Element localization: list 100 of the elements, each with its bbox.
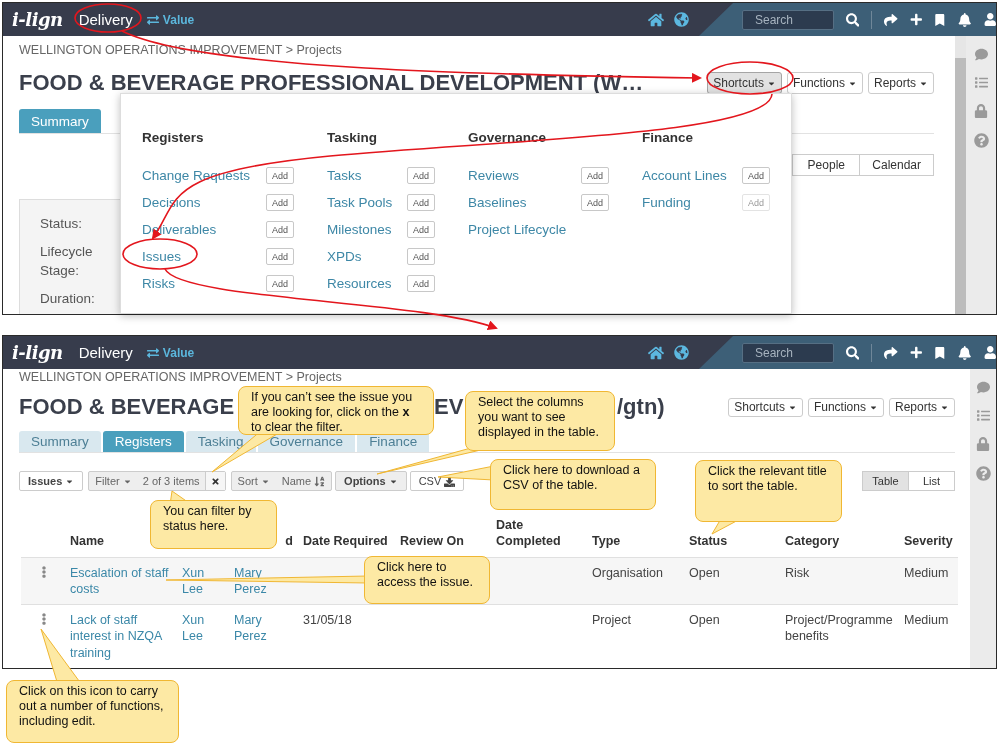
table-cell: Project/Programme benefits <box>785 612 893 643</box>
switch-link[interactable]: Value <box>146 345 195 360</box>
person-link[interactable]: Xun Lee <box>182 564 212 598</box>
table-cell: Open <box>689 565 720 580</box>
column-header[interactable]: Date Completed <box>496 516 582 549</box>
bell-icon[interactable] <box>958 12 972 27</box>
column-header[interactable]: Name <box>70 532 105 549</box>
add-button[interactable]: Add <box>581 194 609 211</box>
add-button[interactable]: Add <box>407 167 435 184</box>
globe-icon[interactable] <box>674 345 689 360</box>
add-button[interactable]: Add <box>407 248 435 265</box>
callout: Click here to access the issue. <box>364 556 490 604</box>
menu-link[interactable]: Reviews <box>468 168 581 183</box>
add-button[interactable]: Add <box>581 167 609 184</box>
column-header[interactable]: d <box>285 532 293 549</box>
view-button[interactable]: Calendar <box>859 154 934 176</box>
user-icon[interactable] <box>983 13 996 26</box>
options-button[interactable]: Options <box>335 471 407 491</box>
tab[interactable]: Summary <box>19 431 101 452</box>
highlight-ellipse <box>74 3 142 33</box>
header-button[interactable]: Reports <box>867 72 934 94</box>
share-icon[interactable] <box>884 12 898 27</box>
switch-link[interactable]: Value <box>146 12 195 27</box>
view-button[interactable]: People <box>792 154 861 176</box>
view-toggle[interactable]: List <box>908 471 955 491</box>
add-button[interactable]: Add <box>266 221 294 238</box>
table-cell: Organisation <box>592 565 663 580</box>
user-icon[interactable] <box>983 346 996 359</box>
logo[interactable]: i-lign <box>12 9 63 30</box>
scrollbar[interactable] <box>955 36 966 314</box>
issue-link[interactable]: Escalation of staff costs <box>70 564 172 598</box>
person-link[interactable]: Mary Perez <box>234 564 279 598</box>
breadcrumb: WELLINGTON OPERATIONS IMPROVEMENT > Projects <box>19 369 343 385</box>
register-button[interactable]: Issues <box>19 471 84 491</box>
add-button[interactable]: Add <box>407 221 435 238</box>
search-field[interactable]: Search <box>742 342 834 363</box>
filter-button[interactable]: Filter <box>89 472 138 490</box>
menu-heading: Registers <box>142 130 205 145</box>
project-title: /gtn) <box>617 394 665 419</box>
home-icon[interactable] <box>648 11 664 28</box>
add-button[interactable]: Add <box>407 194 435 211</box>
sort-field-button[interactable]: Name <box>275 472 332 490</box>
menu-link[interactable]: Issues <box>142 249 266 264</box>
person-link[interactable]: Mary Perez <box>234 611 279 645</box>
menu-link[interactable]: Resources <box>327 276 407 291</box>
add-button[interactable]: Add <box>266 167 294 184</box>
field-label: Status: <box>40 215 84 233</box>
add-button[interactable]: Add <box>742 167 770 184</box>
view-toggle[interactable]: Table <box>862 471 909 491</box>
table-cell: 31/05/18 <box>303 612 352 627</box>
menu-link[interactable]: Project Lifecycle <box>468 222 581 237</box>
bell-icon[interactable] <box>958 345 972 360</box>
column-header[interactable]: Category <box>785 532 840 549</box>
filter-summary: 2 of 3 items <box>141 475 201 487</box>
add-button[interactable]: Add <box>266 275 294 292</box>
search-icon[interactable] <box>846 12 860 27</box>
table-cell: Medium <box>904 565 949 580</box>
search-field[interactable]: Search <box>742 9 834 30</box>
menu-link[interactable]: Baselines <box>468 195 581 210</box>
project-title: EV <box>434 394 464 419</box>
app-name[interactable]: Delivery <box>78 11 133 28</box>
column-header[interactable]: Status <box>689 532 728 549</box>
menu-heading: Tasking <box>327 130 378 145</box>
app-name[interactable]: Delivery <box>78 344 133 361</box>
search-icon[interactable] <box>846 345 860 360</box>
column-header[interactable]: Severity <box>904 532 953 549</box>
menu-link[interactable]: Risks <box>142 276 266 291</box>
header-button[interactable]: Shortcuts <box>707 72 782 94</box>
menu-link[interactable]: Tasks <box>327 168 407 183</box>
logo[interactable]: i-lign <box>12 342 63 363</box>
header-button[interactable]: Functions <box>786 72 863 94</box>
clear-filter-button[interactable] <box>204 472 225 490</box>
add-button[interactable]: Add <box>266 194 294 211</box>
callout: Click here to download a CSV of the table. <box>490 459 656 510</box>
table-cell: Open <box>689 612 720 627</box>
menu-heading: Finance <box>642 130 694 145</box>
globe-icon[interactable] <box>674 12 689 27</box>
menu-link[interactable]: Milestones <box>327 222 407 237</box>
plus-icon[interactable] <box>909 13 923 26</box>
bookmark-icon[interactable] <box>934 346 946 359</box>
menu-link[interactable]: XPDs <box>327 249 407 264</box>
share-icon[interactable] <box>884 345 898 360</box>
bookmark-icon[interactable] <box>934 13 946 26</box>
project-title: FOOD & BEVERAGE <box>19 394 235 419</box>
add-button[interactable]: Add <box>266 248 294 265</box>
menu-link[interactable]: Task Pools <box>327 195 407 210</box>
home-icon[interactable] <box>648 344 664 361</box>
exchange-icon <box>146 13 159 26</box>
header-button[interactable]: Functions <box>807 397 884 417</box>
add-button[interactable]: Add <box>407 275 435 292</box>
sort-button[interactable]: Sort <box>231 472 276 490</box>
person-link[interactable]: Xun Lee <box>182 611 212 645</box>
column-header[interactable]: Date Required <box>303 532 388 549</box>
issue-link[interactable]: Lack of staff interest in NZQA training <box>70 611 172 661</box>
menu-link[interactable]: Account Lines <box>642 168 742 183</box>
column-header[interactable]: Review On <box>400 532 464 549</box>
plus-icon[interactable] <box>909 346 923 359</box>
header-button[interactable]: Shortcuts <box>728 397 803 417</box>
column-header[interactable]: Type <box>592 532 621 549</box>
header-button[interactable]: Reports <box>888 397 955 417</box>
